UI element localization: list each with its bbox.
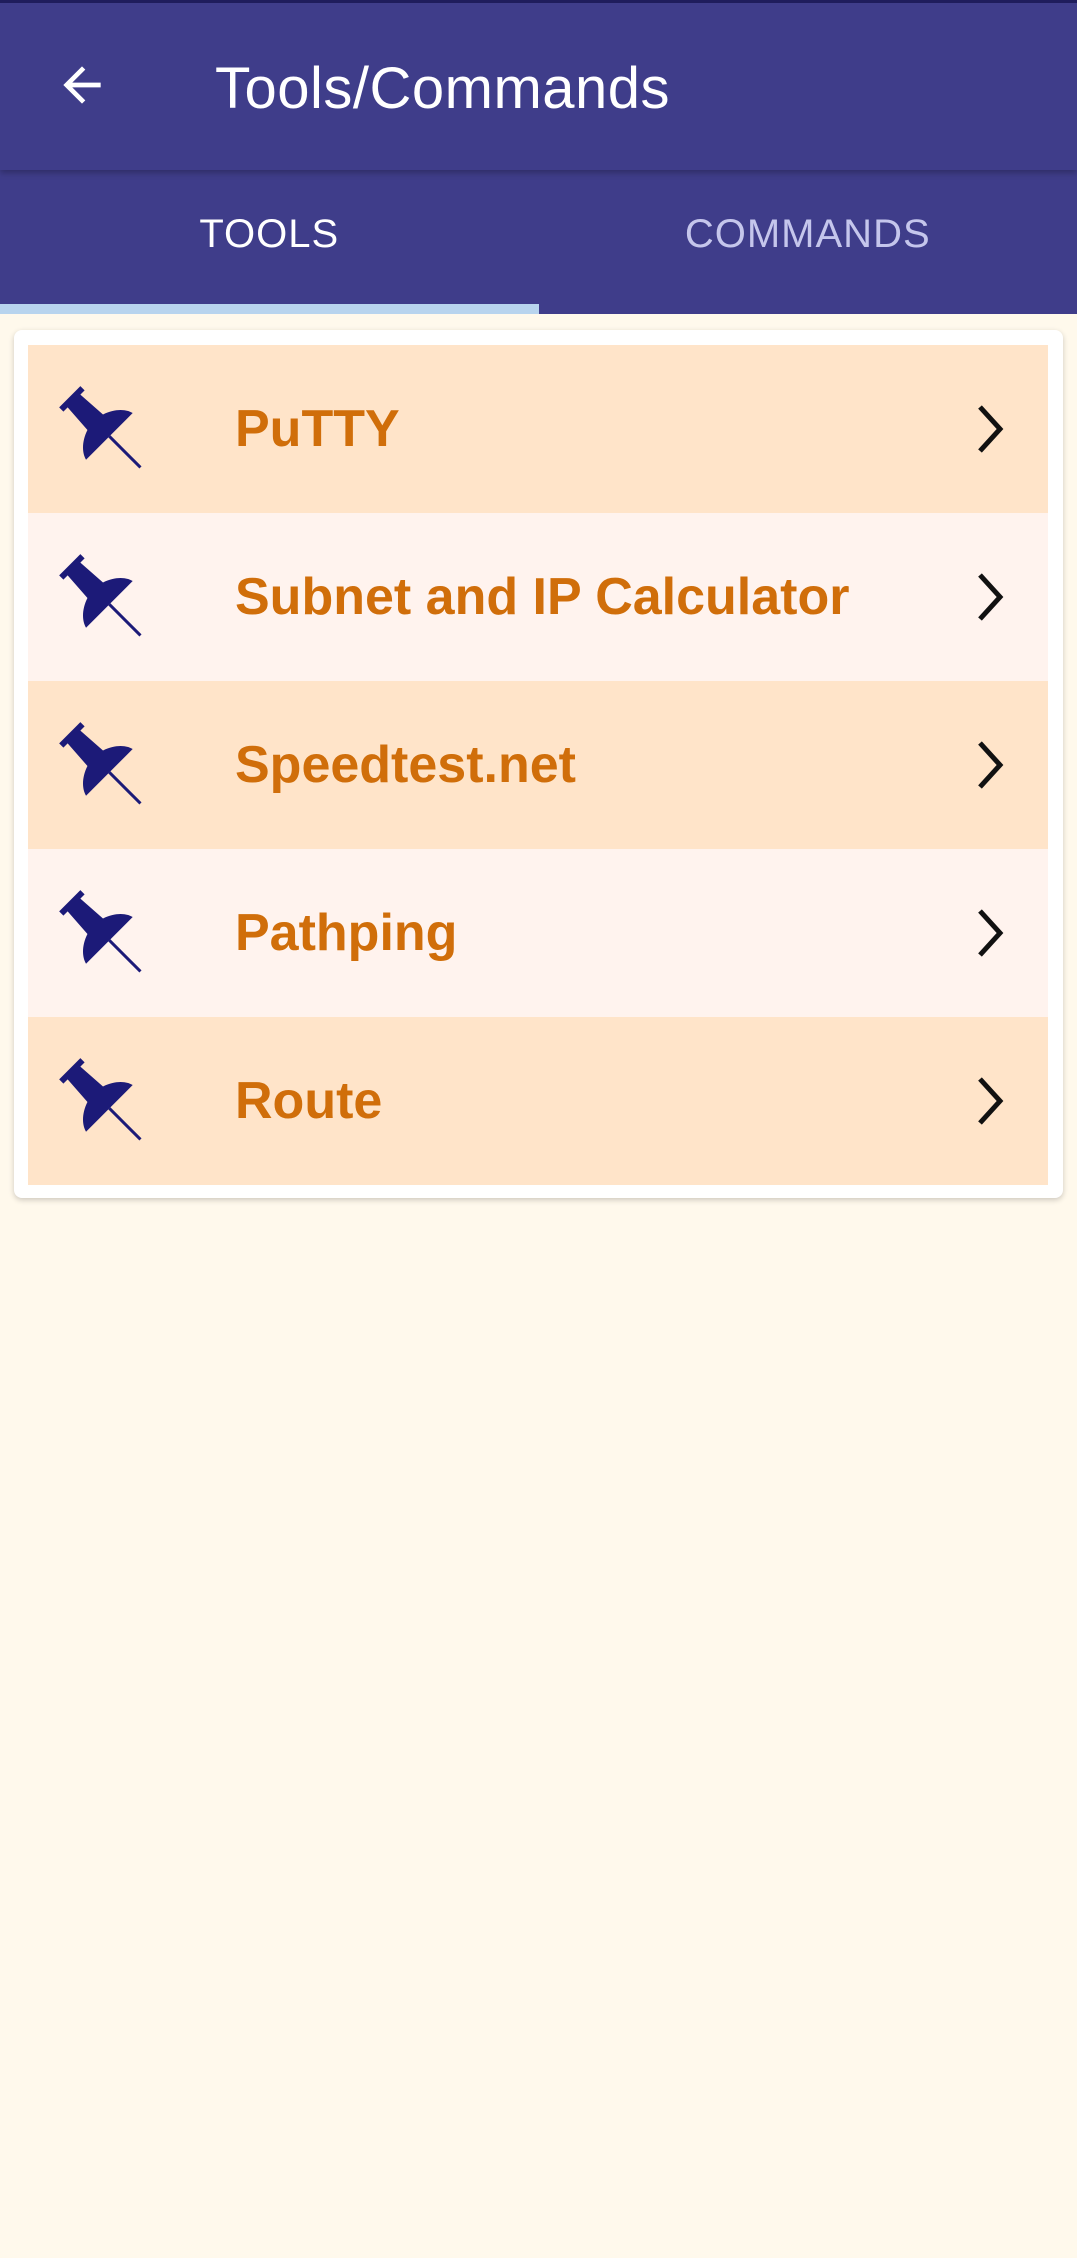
pushpin-icon: [59, 554, 142, 637]
tool-label: Pathping: [235, 904, 458, 962]
page-title: Tools/Commands: [215, 56, 671, 121]
pushpin-icon: [59, 722, 142, 805]
tab-commands-label: COMMANDS: [684, 211, 931, 256]
tool-item-putty[interactable]: PuTTY: [28, 345, 1048, 513]
chevron-right-icon: [978, 573, 1004, 621]
chevron-right-icon: [978, 909, 1004, 957]
tools-card: PuTTY Subnet and IP Calculator Speedtest…: [14, 330, 1063, 1198]
app-bar: Tools/Commands: [0, 0, 1077, 170]
tab-tools-label: TOOLS: [199, 211, 340, 256]
tool-item-route[interactable]: Route: [28, 1017, 1048, 1185]
tool-label: PuTTY: [235, 400, 400, 458]
pushpin-icon: [59, 1058, 142, 1141]
chevron-right-icon: [978, 1077, 1004, 1125]
pushpin-icon: [59, 386, 142, 469]
tab-tools[interactable]: TOOLS: [0, 170, 539, 314]
tools-list: PuTTY Subnet and IP Calculator Speedtest…: [28, 345, 1048, 1185]
tab-bar: TOOLS COMMANDS: [0, 170, 1077, 314]
tab-indicator: [0, 304, 539, 314]
tool-item-speedtest[interactable]: Speedtest.net: [28, 681, 1048, 849]
back-button[interactable]: [40, 43, 124, 127]
tool-label: Route: [235, 1072, 383, 1130]
tool-item-subnet-calculator[interactable]: Subnet and IP Calculator: [28, 513, 1048, 681]
tab-commands[interactable]: COMMANDS: [539, 170, 1077, 314]
chevron-right-icon: [978, 405, 1004, 453]
tool-label: Speedtest.net: [235, 736, 576, 794]
arrow-left-icon: [63, 66, 101, 104]
tool-label: Subnet and IP Calculator: [235, 568, 850, 626]
pushpin-icon: [59, 890, 142, 973]
chevron-right-icon: [978, 741, 1004, 789]
tool-item-pathping[interactable]: Pathping: [28, 849, 1048, 1017]
